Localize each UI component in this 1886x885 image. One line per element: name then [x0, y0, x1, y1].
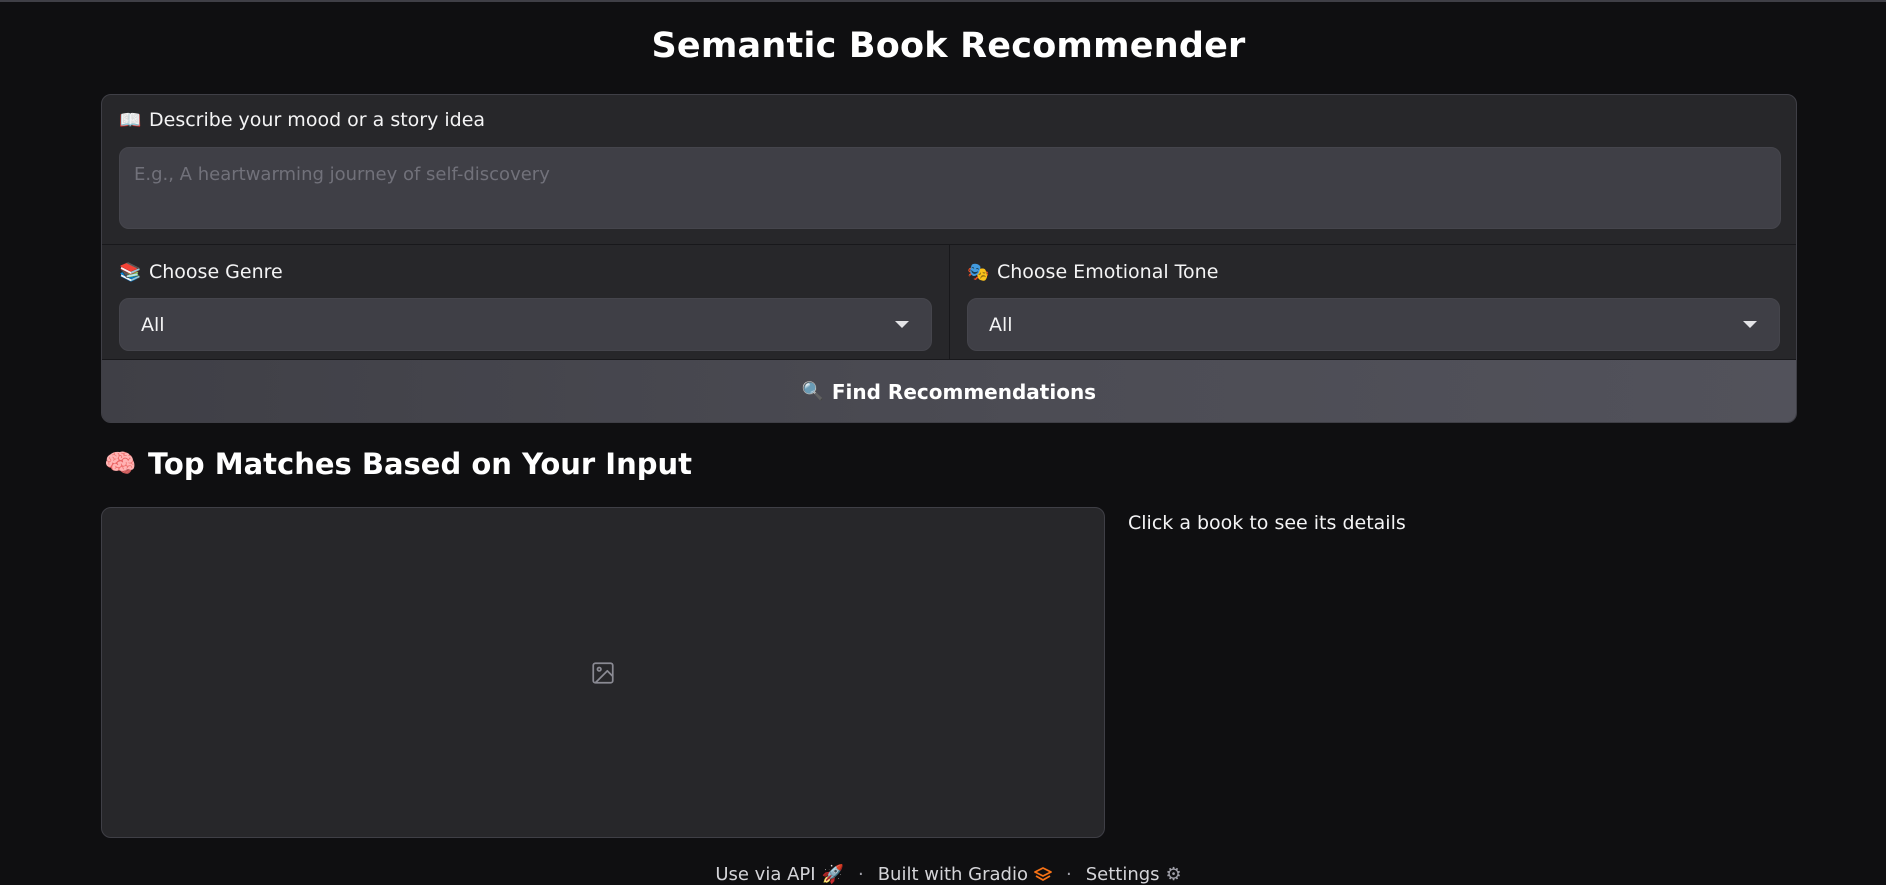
built-with-gradio-link[interactable]: Built with Gradio [878, 864, 1052, 885]
performing-arts-icon: 🎭 [967, 261, 990, 283]
query-label: 📖 Describe your mood or a story idea [119, 109, 485, 131]
use-via-api-link[interactable]: Use via API 🚀 [715, 864, 844, 885]
search-form-panel: 📖 Describe your mood or a story idea E.g… [101, 94, 1797, 423]
tone-label-text: Choose Emotional Tone [997, 261, 1219, 283]
page-title: Semantic Book Recommender [651, 26, 1246, 66]
results-heading-text: Top Matches Based on Your Input [148, 447, 692, 481]
query-textarea[interactable]: E.g., A heartwarming journey of self-dis… [119, 147, 1781, 229]
genre-selected-value: All [141, 313, 165, 336]
settings-link[interactable]: Settings ⚙ [1086, 864, 1182, 885]
book-details-hint: Click a book to see its details [1128, 512, 1406, 534]
footer: Use via API 🚀 · Built with Gradio · Sett… [0, 864, 1886, 885]
query-placeholder: E.g., A heartwarming journey of self-dis… [134, 164, 550, 185]
chevron-down-icon[interactable] [1743, 321, 1757, 328]
rocket-icon: 🚀 [821, 864, 844, 885]
brain-icon: 🧠 [104, 449, 137, 479]
footer-separator: · [857, 864, 864, 885]
find-recommendations-button[interactable]: 🔍 Find Recommendations [102, 359, 1796, 422]
genre-dropdown[interactable]: All [119, 298, 932, 351]
image-placeholder-icon [592, 661, 614, 684]
query-label-text: Describe your mood or a story idea [149, 109, 486, 131]
tone-selected-value: All [989, 313, 1013, 336]
genre-label: 📚 Choose Genre [119, 261, 283, 283]
chevron-down-icon[interactable] [895, 321, 909, 328]
built-with-gradio-label: Built with Gradio [877, 864, 1028, 885]
gear-icon: ⚙ [1165, 864, 1182, 885]
magnifying-glass-icon: 🔍 [801, 381, 825, 402]
genre-label-text: Choose Genre [149, 261, 283, 283]
results-heading: 🧠 Top Matches Based on Your Input [104, 447, 692, 481]
book-gallery[interactable] [101, 507, 1105, 838]
window-top-border [0, 0, 1886, 2]
books-icon: 📚 [119, 261, 142, 283]
form-column-divider [949, 244, 950, 359]
open-book-icon: 📖 [119, 109, 142, 131]
footer-separator: · [1065, 864, 1072, 885]
gradio-logo-icon [1034, 866, 1052, 881]
tone-dropdown[interactable]: All [967, 298, 1780, 351]
settings-label: Settings [1085, 864, 1160, 885]
find-recommendations-label: Find Recommendations [831, 379, 1097, 404]
tone-label: 🎭 Choose Emotional Tone [967, 261, 1218, 283]
use-via-api-label: Use via API [715, 864, 816, 885]
